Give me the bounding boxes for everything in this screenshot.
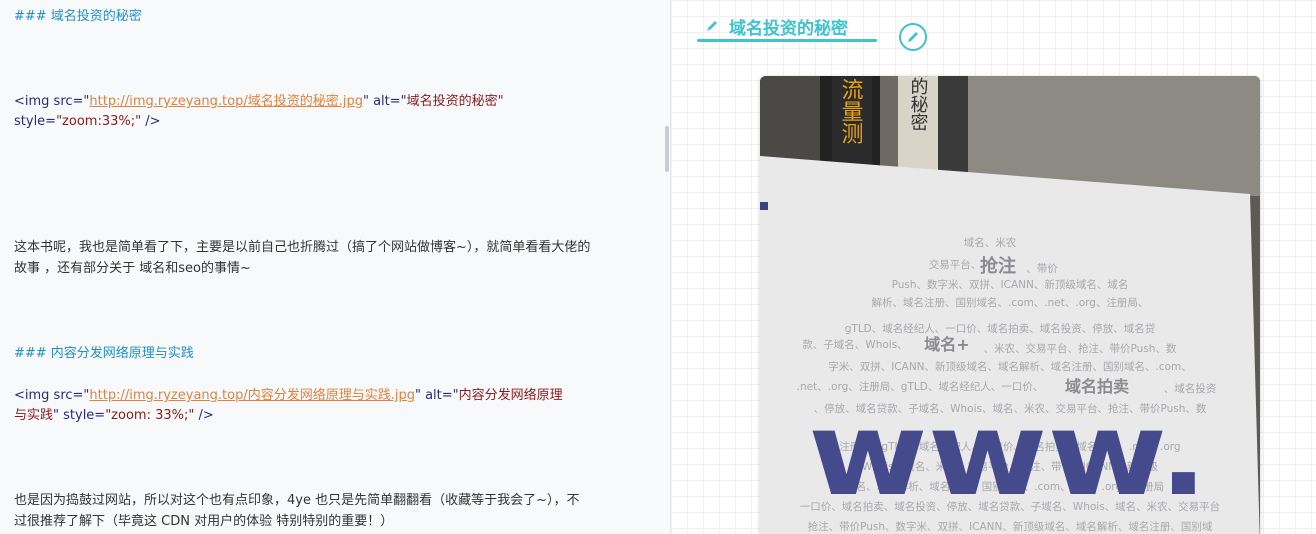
cover-text: gTLD、域名经纪人、一口价、域名拍卖、域名投资、停放、域名贷 <box>845 322 1156 335</box>
editor-scrollbar[interactable] <box>665 126 669 172</box>
preview-title: 域名投资的秘密 <box>729 19 848 39</box>
code-attr: " style= <box>53 408 106 423</box>
code-string: 与实践 <box>14 408 54 423</box>
code-token: <img src=" <box>14 388 90 403</box>
cover-text: 、带价 <box>1026 263 1058 275</box>
cover-text: 域名、米农 <box>964 236 1017 249</box>
pencil-icon <box>908 32 918 42</box>
editor-line-heading-1[interactable]: ### 域名投资的秘密 <box>14 7 142 27</box>
editor-line-img-1-cont[interactable]: style="zoom:33%;" /> <box>14 112 161 132</box>
code-attr: style= <box>14 114 57 129</box>
code-string: "zoom: 33%;" <box>105 408 195 423</box>
book-photo-graphic: 流量测 网站的秘密 域名、米农 交易平台、 抢注 、带价 Push、数字米、双拼… <box>760 76 1260 534</box>
edit-icon[interactable] <box>899 23 927 51</box>
cover-text: 交易平台、 <box>929 258 982 271</box>
code-token: <img src=" <box>14 94 90 109</box>
editor-line-paragraph-1-cont[interactable]: 故事 ，还有部分关于 域名和seo的事情~ <box>14 259 251 279</box>
markdown-editor[interactable]: ### 域名投资的秘密 <img src="http://img.ryzeyan… <box>0 0 671 534</box>
cover-text: 、米农、交易平台、抢注、带价Push、数 <box>984 342 1177 355</box>
cover-text: 款、子域名、Whois、 <box>802 338 907 351</box>
code-string: 域名投资的秘密 <box>406 94 498 109</box>
editor-line-heading-2[interactable]: ### 内容分发网络原理与实践 <box>14 344 194 364</box>
code-token: /> <box>141 114 161 129</box>
cover-text: 字米、双拼、ICANN、新顶级域名、域名解析、域名注册、国别域名、.com、 <box>828 360 1192 373</box>
cover-text: 域名+ <box>924 335 969 354</box>
editor-line-paragraph-1[interactable]: 这本书呢，我也是简单看了下，主要是以前自己也折腾过（搞了个网站做博客~），就简单… <box>14 238 590 258</box>
editor-line-img-1[interactable]: <img src="http://img.ryzeyang.top/域名投资的秘… <box>14 92 504 112</box>
cover-text: Push、数字米、双拼、ICANN、新顶级域名、域名 <box>892 278 1129 291</box>
cover-text: 抢注 <box>980 255 1016 277</box>
heading-underline <box>697 39 877 42</box>
editor-line-img-2[interactable]: <img src="http://img.ryzeyang.top/内容分发网络… <box>14 386 563 406</box>
pencil-icon <box>707 21 717 31</box>
editor-line-paragraph-2-cont[interactable]: 过很推荐了解下（毕竟这 CDN 对用户的体验 特别特别的重要！） <box>14 512 393 532</box>
code-string: "zoom:33%;" <box>56 114 142 129</box>
spine-text: 流量测 <box>838 78 864 144</box>
spine-text: 网站的秘密 <box>908 76 929 131</box>
code-token: " <box>497 94 504 109</box>
code-token: /> <box>194 408 214 423</box>
code-token: " alt=" <box>362 94 407 109</box>
code-token: " alt=" <box>414 388 459 403</box>
image-url-link[interactable]: http://img.ryzeyang.top/内容分发网络原理与实践.jpg <box>89 388 415 403</box>
editor-line-img-2-cont[interactable]: 与实践" style="zoom: 33%;" /> <box>14 406 214 426</box>
markdown-preview: 域名投资的秘密 流量测 网站的秘密 域名、米农 交易平台、 抢注 、带价 Pus… <box>671 0 1316 534</box>
cover-text: 解析、域名注册、国别域名、.com、.net、.org、注册局、 <box>872 296 1149 309</box>
editor-line-paragraph-2[interactable]: 也是因为捣鼓过网站，所以对这个也有点印象，4ye 也只是先简单翻翻看（收藏等于我… <box>14 491 580 511</box>
book-cover-image: 流量测 网站的秘密 域名、米农 交易平台、 抢注 、带价 Push、数字米、双拼… <box>760 76 1260 534</box>
code-string: 内容分发网络原理 <box>458 388 563 403</box>
image-url-link[interactable]: http://img.ryzeyang.top/域名投资的秘密.jpg <box>89 94 363 109</box>
www-logo-text: www. <box>808 387 1208 522</box>
